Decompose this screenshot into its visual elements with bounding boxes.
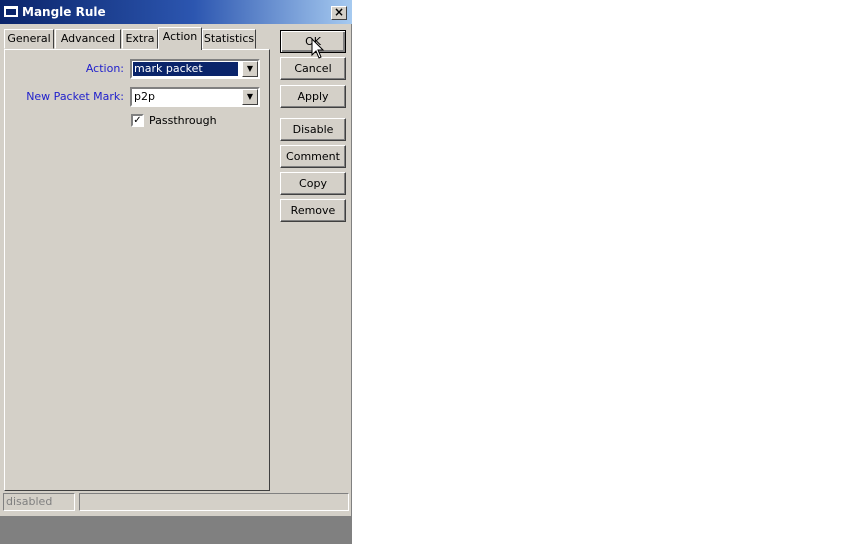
copy-button[interactable]: Copy	[280, 172, 346, 195]
passthrough-label[interactable]: Passthrough	[149, 114, 217, 127]
window-title: Mangle Rule	[22, 5, 106, 19]
packet-mark-label: New Packet Mark:	[26, 90, 124, 103]
action-select[interactable]: mark packet ▼	[130, 59, 260, 79]
status-info	[79, 493, 349, 511]
status-state: disabled	[3, 493, 75, 511]
apply-button[interactable]: Apply	[280, 85, 346, 108]
mangle-rule-window: Mangle Rule × General Advanced Extra Act…	[0, 0, 352, 516]
tab-statistics[interactable]: Statistics	[202, 29, 256, 49]
tab-general[interactable]: General	[4, 29, 54, 49]
window-icon	[4, 6, 18, 17]
chevron-down-icon[interactable]: ▼	[242, 61, 258, 77]
disable-button[interactable]: Disable	[280, 118, 346, 141]
remove-button[interactable]: Remove	[280, 199, 346, 222]
packet-mark-select[interactable]: p2p ▼	[130, 87, 260, 107]
chevron-down-icon[interactable]: ▼	[242, 89, 258, 105]
status-bar: disabled	[3, 493, 349, 511]
passthrough-checkbox[interactable]: ✓	[131, 114, 144, 127]
cancel-button[interactable]: Cancel	[280, 57, 346, 80]
comment-button[interactable]: Comment	[280, 145, 346, 168]
close-button[interactable]: ×	[331, 6, 347, 20]
action-select-value: mark packet	[133, 62, 238, 76]
tab-extra[interactable]: Extra	[122, 29, 158, 49]
action-label: Action:	[85, 62, 124, 75]
tab-advanced[interactable]: Advanced	[55, 29, 121, 49]
desktop-background	[0, 516, 352, 544]
title-bar[interactable]: Mangle Rule ×	[0, 0, 352, 24]
packet-mark-value: p2p	[134, 90, 155, 103]
mouse-pointer-icon	[311, 38, 325, 59]
tab-action[interactable]: Action	[158, 27, 202, 50]
